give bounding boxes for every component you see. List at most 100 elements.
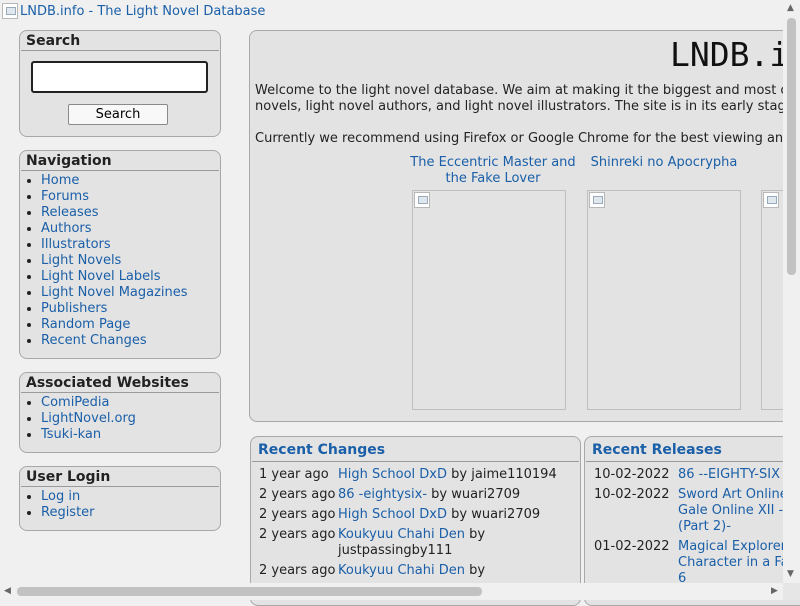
- nav-item-light-novels: Light Novels: [41, 253, 220, 269]
- release-date: 10-02-2022: [594, 467, 670, 482]
- site-title: LNDB.in: [670, 35, 800, 74]
- recent-change-user: wuari2709: [471, 507, 541, 522]
- search-input[interactable]: [31, 61, 208, 93]
- recent-change-time: 1 year ago: [259, 467, 329, 482]
- featured-title-1-line-2: the Fake Lover: [445, 171, 541, 186]
- nav-link-recent-changes[interactable]: Recent Changes: [41, 333, 147, 348]
- nav-item-illustrators: Illustrators: [41, 237, 220, 253]
- recent-change-entry: Koukyuu Chahi Den by justpassingby111: [338, 527, 485, 559]
- nav-link-illustrators[interactable]: Illustrators: [41, 237, 111, 252]
- associated-item-comipedia: ComiPedia: [41, 395, 220, 411]
- associated-link-comipedia[interactable]: ComiPedia: [41, 395, 110, 410]
- navigation-title: Navigation: [21, 151, 219, 171]
- recent-change-title-link[interactable]: 86 -eightysix-: [338, 487, 427, 502]
- release-title-link[interactable]: Magical Explorer Character in a Fa 6: [678, 539, 789, 587]
- nav-link-light-novel-labels[interactable]: Light Novel Labels: [41, 269, 161, 284]
- associated-link-lightnovel-org[interactable]: LightNovel.org: [41, 411, 136, 426]
- welcome-panel: LNDB.in Welcome to the light novel datab…: [249, 30, 800, 422]
- user-login-box: User Login Log in Register: [19, 466, 221, 531]
- scroll-up-arrow-icon[interactable]: ▲: [787, 4, 794, 13]
- recent-change-user: justpassingby111: [338, 543, 453, 558]
- recent-change-by: by: [431, 487, 448, 502]
- recent-change-entry: Koukyuu Chahi Den by: [338, 563, 485, 579]
- release-date: 01-02-2022: [594, 539, 670, 554]
- user-login-title: User Login: [21, 467, 219, 487]
- nav-link-forums[interactable]: Forums: [41, 189, 89, 204]
- scroll-left-arrow-icon[interactable]: ◀: [4, 587, 11, 596]
- log-in-link[interactable]: Log in: [41, 489, 80, 504]
- release-title-link[interactable]: 86 --EIGHTY-SIX: [678, 467, 780, 483]
- recent-change-title-link[interactable]: Koukyuu Chahi Den: [338, 563, 465, 578]
- recent-changes-title[interactable]: Recent Changes: [252, 437, 579, 462]
- search-button[interactable]: Search: [68, 104, 168, 125]
- nav-link-random-page[interactable]: Random Page: [41, 317, 130, 332]
- user-login-list: Log in Register: [20, 489, 220, 521]
- release-title-line-1: 86 --EIGHTY-SIX: [678, 467, 780, 482]
- featured-cover-1[interactable]: [412, 190, 566, 410]
- scroll-down-arrow-icon[interactable]: ▼: [787, 570, 794, 579]
- nav-item-publishers: Publishers: [41, 301, 220, 317]
- nav-item-light-novel-magazines: Light Novel Magazines: [41, 285, 220, 301]
- broken-image-icon: [763, 192, 779, 208]
- nav-item-home: Home: [41, 173, 220, 189]
- nav-link-publishers[interactable]: Publishers: [41, 301, 107, 316]
- associated-websites-list: ComiPedia LightNovel.org Tsuki-kan: [20, 395, 220, 443]
- recent-change-time: 2 years ago: [259, 507, 336, 522]
- recent-releases-title[interactable]: Recent Releases: [586, 437, 800, 462]
- nav-item-recent-changes: Recent Changes: [41, 333, 220, 349]
- recent-change-time: 2 years ago: [259, 527, 336, 542]
- featured-title-2-line-1: Shinreki no Apocrypha: [590, 155, 738, 170]
- welcome-text-line-1: Welcome to the light novel database. We …: [255, 83, 796, 98]
- associated-link-tsuki-kan[interactable]: Tsuki-kan: [41, 427, 101, 442]
- nav-item-releases: Releases: [41, 205, 220, 221]
- recent-change-title-link[interactable]: Koukyuu Chahi Den: [338, 527, 465, 542]
- recent-change-entry: High School DxD by wuari2709: [338, 507, 540, 523]
- nav-link-authors[interactable]: Authors: [41, 221, 92, 236]
- recent-change-title-link[interactable]: High School DxD: [338, 467, 447, 482]
- nav-item-light-novel-labels: Light Novel Labels: [41, 269, 220, 285]
- associated-websites-title: Associated Websites: [21, 373, 219, 393]
- site-logo-alt-text[interactable]: LNDB.info - The Light Novel Database: [20, 4, 265, 19]
- recent-change-title-link[interactable]: High School DxD: [338, 507, 447, 522]
- release-title-line-1: Magical Explorer: [678, 539, 787, 554]
- register-link[interactable]: Register: [41, 505, 95, 520]
- site-logo-link[interactable]: LNDB.info - The Light Novel Database: [2, 2, 265, 20]
- release-title-line-1: Sword Art Online: [678, 487, 788, 502]
- recent-change-entry: High School DxD by jaime110194: [338, 467, 557, 483]
- release-title-line-2: Gale Online XII -: [678, 503, 784, 518]
- scrollbar-corner: [783, 583, 800, 600]
- search-box-title: Search: [21, 31, 219, 51]
- nav-item-random-page: Random Page: [41, 317, 220, 333]
- associated-item-tsuki-kan: Tsuki-kan: [41, 427, 220, 443]
- broken-image-icon: [414, 192, 430, 208]
- featured-novel-title-1[interactable]: The Eccentric Master and the Fake Lover: [402, 155, 584, 187]
- broken-image-icon: [2, 3, 18, 19]
- nav-link-light-novels[interactable]: Light Novels: [41, 253, 121, 268]
- nav-link-releases[interactable]: Releases: [41, 205, 99, 220]
- login-item-log-in: Log in: [41, 489, 220, 505]
- horizontal-scroll-thumb[interactable]: [17, 587, 482, 596]
- vertical-scrollbar[interactable]: ▲ ▼: [783, 0, 800, 583]
- featured-title-1-line-1: The Eccentric Master and: [410, 155, 576, 170]
- horizontal-scrollbar[interactable]: ◀ ▶: [0, 583, 783, 600]
- recent-releases-panel: Recent Releases 10-02-2022 86 --EIGHTY-S…: [584, 436, 800, 606]
- recent-change-user: wuari2709: [451, 487, 521, 502]
- nav-link-light-novel-magazines[interactable]: Light Novel Magazines: [41, 285, 188, 300]
- navigation-list: Home Forums Releases Authors Illustrator…: [20, 173, 220, 349]
- featured-cover-2[interactable]: [587, 190, 741, 410]
- recent-change-time: 2 years ago: [259, 563, 336, 578]
- recent-change-entry: 86 -eightysix- by wuari2709: [338, 487, 520, 503]
- nav-item-forums: Forums: [41, 189, 220, 205]
- nav-link-home[interactable]: Home: [41, 173, 79, 188]
- recent-changes-panel: Recent Changes 1 year ago High School Dx…: [250, 436, 581, 606]
- release-title-link[interactable]: Sword Art Online Gale Online XII - (Part…: [678, 487, 788, 535]
- scroll-right-arrow-icon[interactable]: ▶: [771, 587, 778, 596]
- release-title-line-3: (Part 2)-: [678, 519, 731, 534]
- release-date: 10-02-2022: [594, 487, 670, 502]
- navigation-box: Navigation Home Forums Releases Authors …: [19, 150, 221, 359]
- vertical-scroll-thumb[interactable]: [787, 18, 796, 275]
- welcome-text-line-2: novels, light novel authors, and light n…: [255, 99, 794, 114]
- search-box: Search Search: [19, 30, 221, 137]
- recent-change-user: jaime110194: [471, 467, 557, 482]
- featured-novel-title-2[interactable]: Shinreki no Apocrypha: [586, 155, 742, 171]
